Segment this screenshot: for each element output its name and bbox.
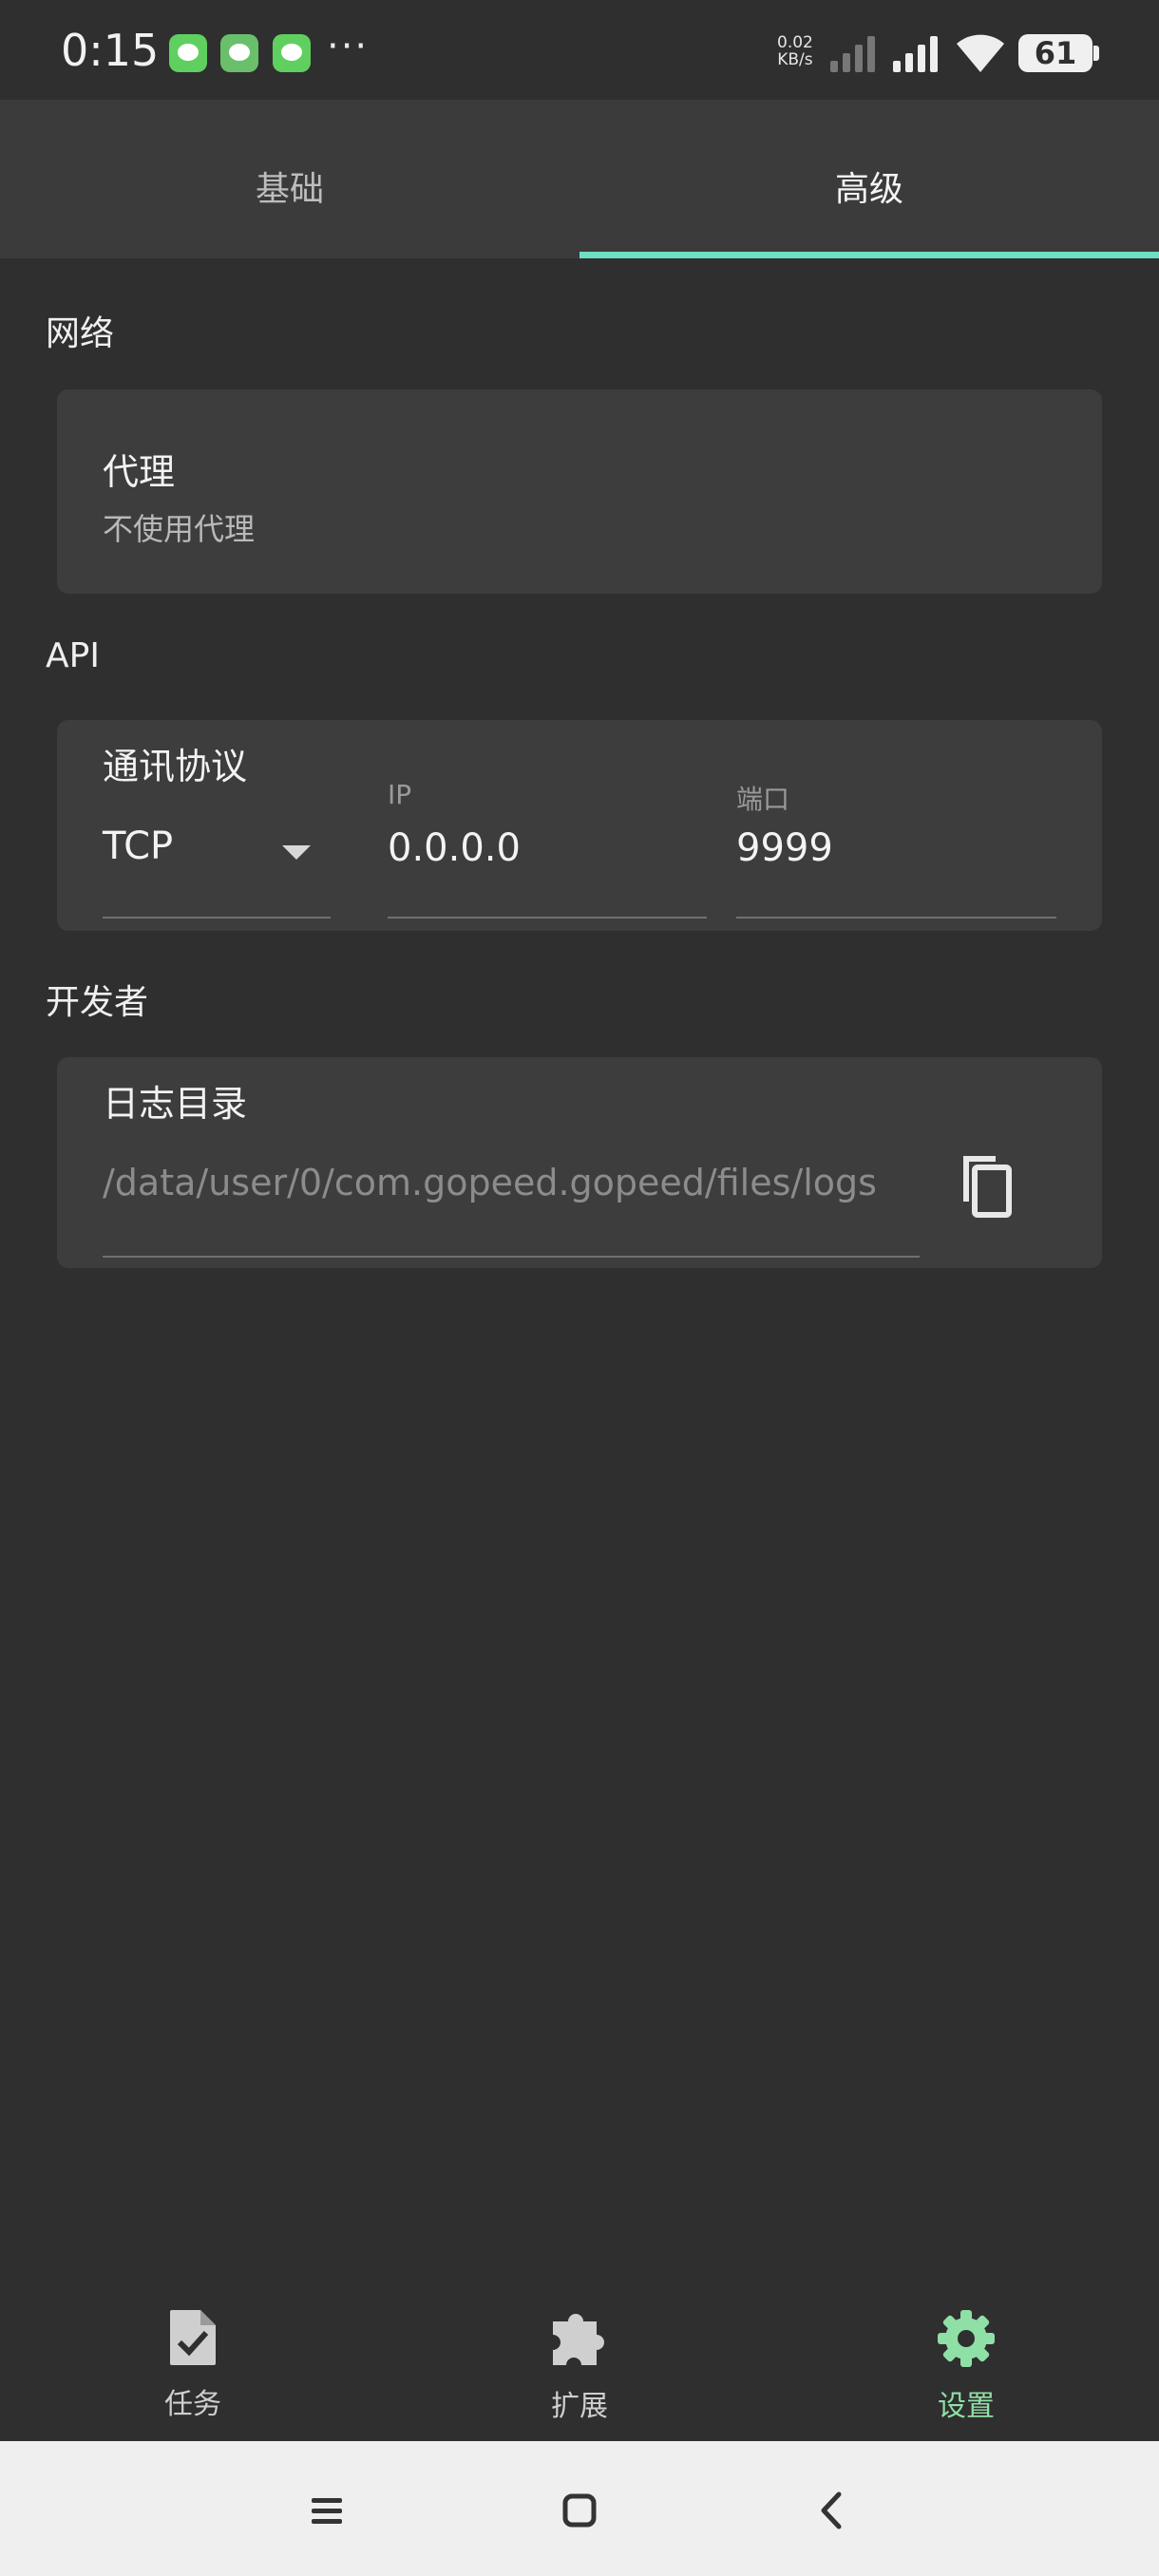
nav-settings[interactable]: 设置 bbox=[871, 2308, 1061, 2432]
network-speed-value: 0.02 bbox=[777, 33, 813, 52]
tab-bar: 基础 高级 bbox=[0, 100, 1159, 258]
nav-extensions-label: 扩展 bbox=[551, 2390, 608, 2423]
network-speed: 0.02 KB/s bbox=[777, 34, 813, 68]
network-section-title: 网络 bbox=[46, 314, 115, 353]
log-dir-field[interactable]: /data/user/0/com.gopeed.gopeed/files/log… bbox=[103, 1162, 920, 1203]
status-bar: 0:15 ··· 0.02 KB/s 61 bbox=[0, 0, 1159, 100]
task-icon bbox=[170, 2310, 216, 2365]
back-icon[interactable] bbox=[799, 2477, 865, 2544]
port-label: 端口 bbox=[736, 784, 790, 815]
log-dir-label: 日志目录 bbox=[103, 1083, 248, 1125]
proxy-title: 代理 bbox=[103, 451, 176, 493]
api-card: 通讯协议 TCP IP 0.0.0.0 端口 9999 bbox=[57, 720, 1102, 931]
tab-advanced[interactable]: 高级 bbox=[580, 100, 1159, 258]
nav-tasks-label: 任务 bbox=[164, 2388, 221, 2421]
ip-label: IP bbox=[388, 779, 412, 810]
system-navigation-bar bbox=[0, 2441, 1159, 2576]
proxy-card[interactable]: 代理 不使用代理 bbox=[57, 389, 1102, 594]
dropdown-arrow-icon bbox=[282, 845, 311, 860]
tab-indicator bbox=[580, 252, 1159, 258]
signal-sim1-icon bbox=[830, 36, 875, 72]
wechat-notification-icon bbox=[273, 34, 311, 72]
copy-icon[interactable] bbox=[954, 1152, 1015, 1219]
signal-sim2-icon bbox=[893, 36, 938, 72]
protocol-label: 通讯协议 bbox=[103, 746, 248, 787]
nav-extensions[interactable]: 扩展 bbox=[484, 2308, 674, 2432]
wifi-icon bbox=[957, 34, 1004, 72]
nav-tasks[interactable]: 任务 bbox=[98, 2308, 288, 2432]
developer-section-title: 开发者 bbox=[46, 983, 149, 1022]
ip-value: 0.0.0.0 bbox=[388, 826, 521, 870]
settings-icon bbox=[938, 2310, 995, 2367]
status-time: 0:15 bbox=[61, 25, 160, 76]
menu-icon[interactable] bbox=[294, 2477, 360, 2544]
nav-settings-label: 设置 bbox=[938, 2390, 995, 2423]
tab-basic[interactable]: 基础 bbox=[0, 100, 580, 258]
more-notifications-icon: ··· bbox=[327, 25, 370, 68]
proxy-value: 不使用代理 bbox=[103, 511, 256, 547]
api-section-title: API bbox=[46, 636, 100, 675]
developer-card: 日志目录 /data/user/0/com.gopeed.gopeed/file… bbox=[57, 1057, 1102, 1268]
port-value: 9999 bbox=[736, 826, 833, 870]
battery-level: 61 bbox=[1034, 35, 1077, 71]
network-speed-unit: KB/s bbox=[777, 50, 813, 69]
app-notification-icon bbox=[220, 34, 258, 72]
bottom-navigation: 任务 扩展 设置 bbox=[0, 2280, 1159, 2441]
extension-icon bbox=[553, 2314, 604, 2365]
protocol-value: TCP bbox=[103, 824, 174, 868]
message-notification-icon bbox=[169, 34, 207, 72]
home-icon[interactable] bbox=[546, 2477, 613, 2544]
